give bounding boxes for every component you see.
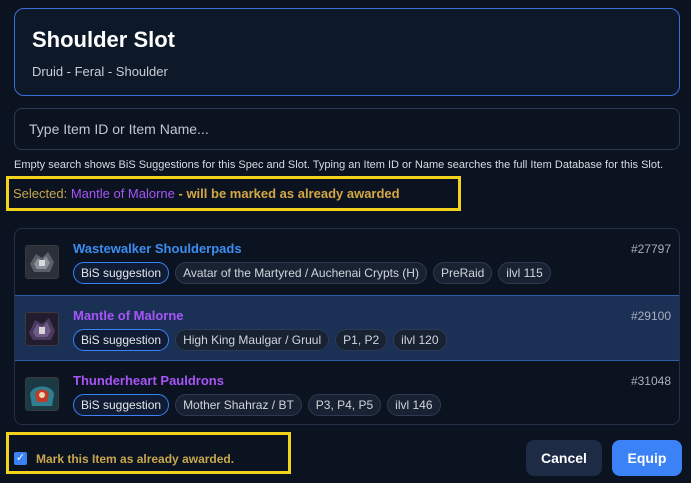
bis-tag: BiS suggestion: [73, 329, 170, 351]
ilvl-tag: ilvl 146: [387, 394, 441, 416]
item-id: #29100: [630, 309, 671, 323]
item-id: #27797: [630, 242, 671, 256]
mark-awarded-checkbox[interactable]: ✓: [14, 452, 27, 465]
list-item[interactable]: Wastewalker Shoulderpads #27797 BiS sugg…: [15, 229, 679, 295]
selected-item-name: Mantle of Malorne: [70, 186, 175, 201]
item-list: Wastewalker Shoulderpads #27797 BiS sugg…: [14, 228, 680, 425]
phase-tag: PreRaid: [432, 262, 493, 284]
ilvl-tag: ilvl 120: [393, 329, 447, 351]
source-tag: Mother Shahraz / BT: [175, 394, 302, 416]
item-tags: BiS suggestion High King Maulgar / Gruul…: [73, 329, 447, 351]
phase-tag: P1, P2: [335, 329, 388, 351]
slot-header: Shoulder Slot Druid - Feral - Shoulder: [14, 8, 680, 96]
bis-tag: BiS suggestion: [73, 262, 170, 284]
list-item-selected[interactable]: Mantle of Malorne #29100 BiS suggestion …: [15, 295, 679, 361]
bis-tag: BiS suggestion: [73, 394, 170, 416]
selected-suffix: - will be marked as already awarded: [174, 186, 400, 201]
phase-tag: P3, P4, P5: [307, 394, 382, 416]
equip-button[interactable]: Equip: [612, 440, 682, 476]
item-name[interactable]: Thunderheart Pauldrons: [73, 373, 224, 388]
search-input[interactable]: [15, 109, 679, 149]
wastewalker-shoulderpads-icon: [25, 245, 59, 279]
search-hint: Empty search shows BiS Suggestions for t…: [14, 159, 664, 171]
spec-subtitle: Druid - Feral - Shoulder: [32, 64, 168, 79]
item-tags: BiS suggestion Mother Shahraz / BT P3, P…: [73, 394, 441, 416]
item-name[interactable]: Mantle of Malorne: [73, 308, 184, 323]
selected-label: Selected:: [13, 186, 68, 201]
cancel-button[interactable]: Cancel: [526, 440, 602, 476]
list-item[interactable]: Thunderheart Pauldrons #31048 BiS sugges…: [15, 361, 679, 424]
item-tags: BiS suggestion Avatar of the Martyred / …: [73, 262, 551, 284]
mark-awarded-label[interactable]: Mark this Item as already awarded.: [36, 452, 234, 466]
item-name[interactable]: Wastewalker Shoulderpads: [73, 241, 242, 256]
source-tag: High King Maulgar / Gruul: [175, 329, 330, 351]
mantle-of-malorne-icon: [25, 312, 59, 346]
selected-item-status: Selected: Mantle of Malorne - will be ma…: [13, 186, 400, 201]
ilvl-tag: ilvl 115: [498, 262, 551, 284]
item-id: #31048: [630, 374, 671, 388]
page-title: Shoulder Slot: [32, 27, 175, 52]
source-tag: Avatar of the Martyred / Auchenai Crypts…: [175, 262, 427, 284]
search-field[interactable]: [14, 108, 680, 150]
thunderheart-pauldrons-icon: [25, 377, 59, 411]
